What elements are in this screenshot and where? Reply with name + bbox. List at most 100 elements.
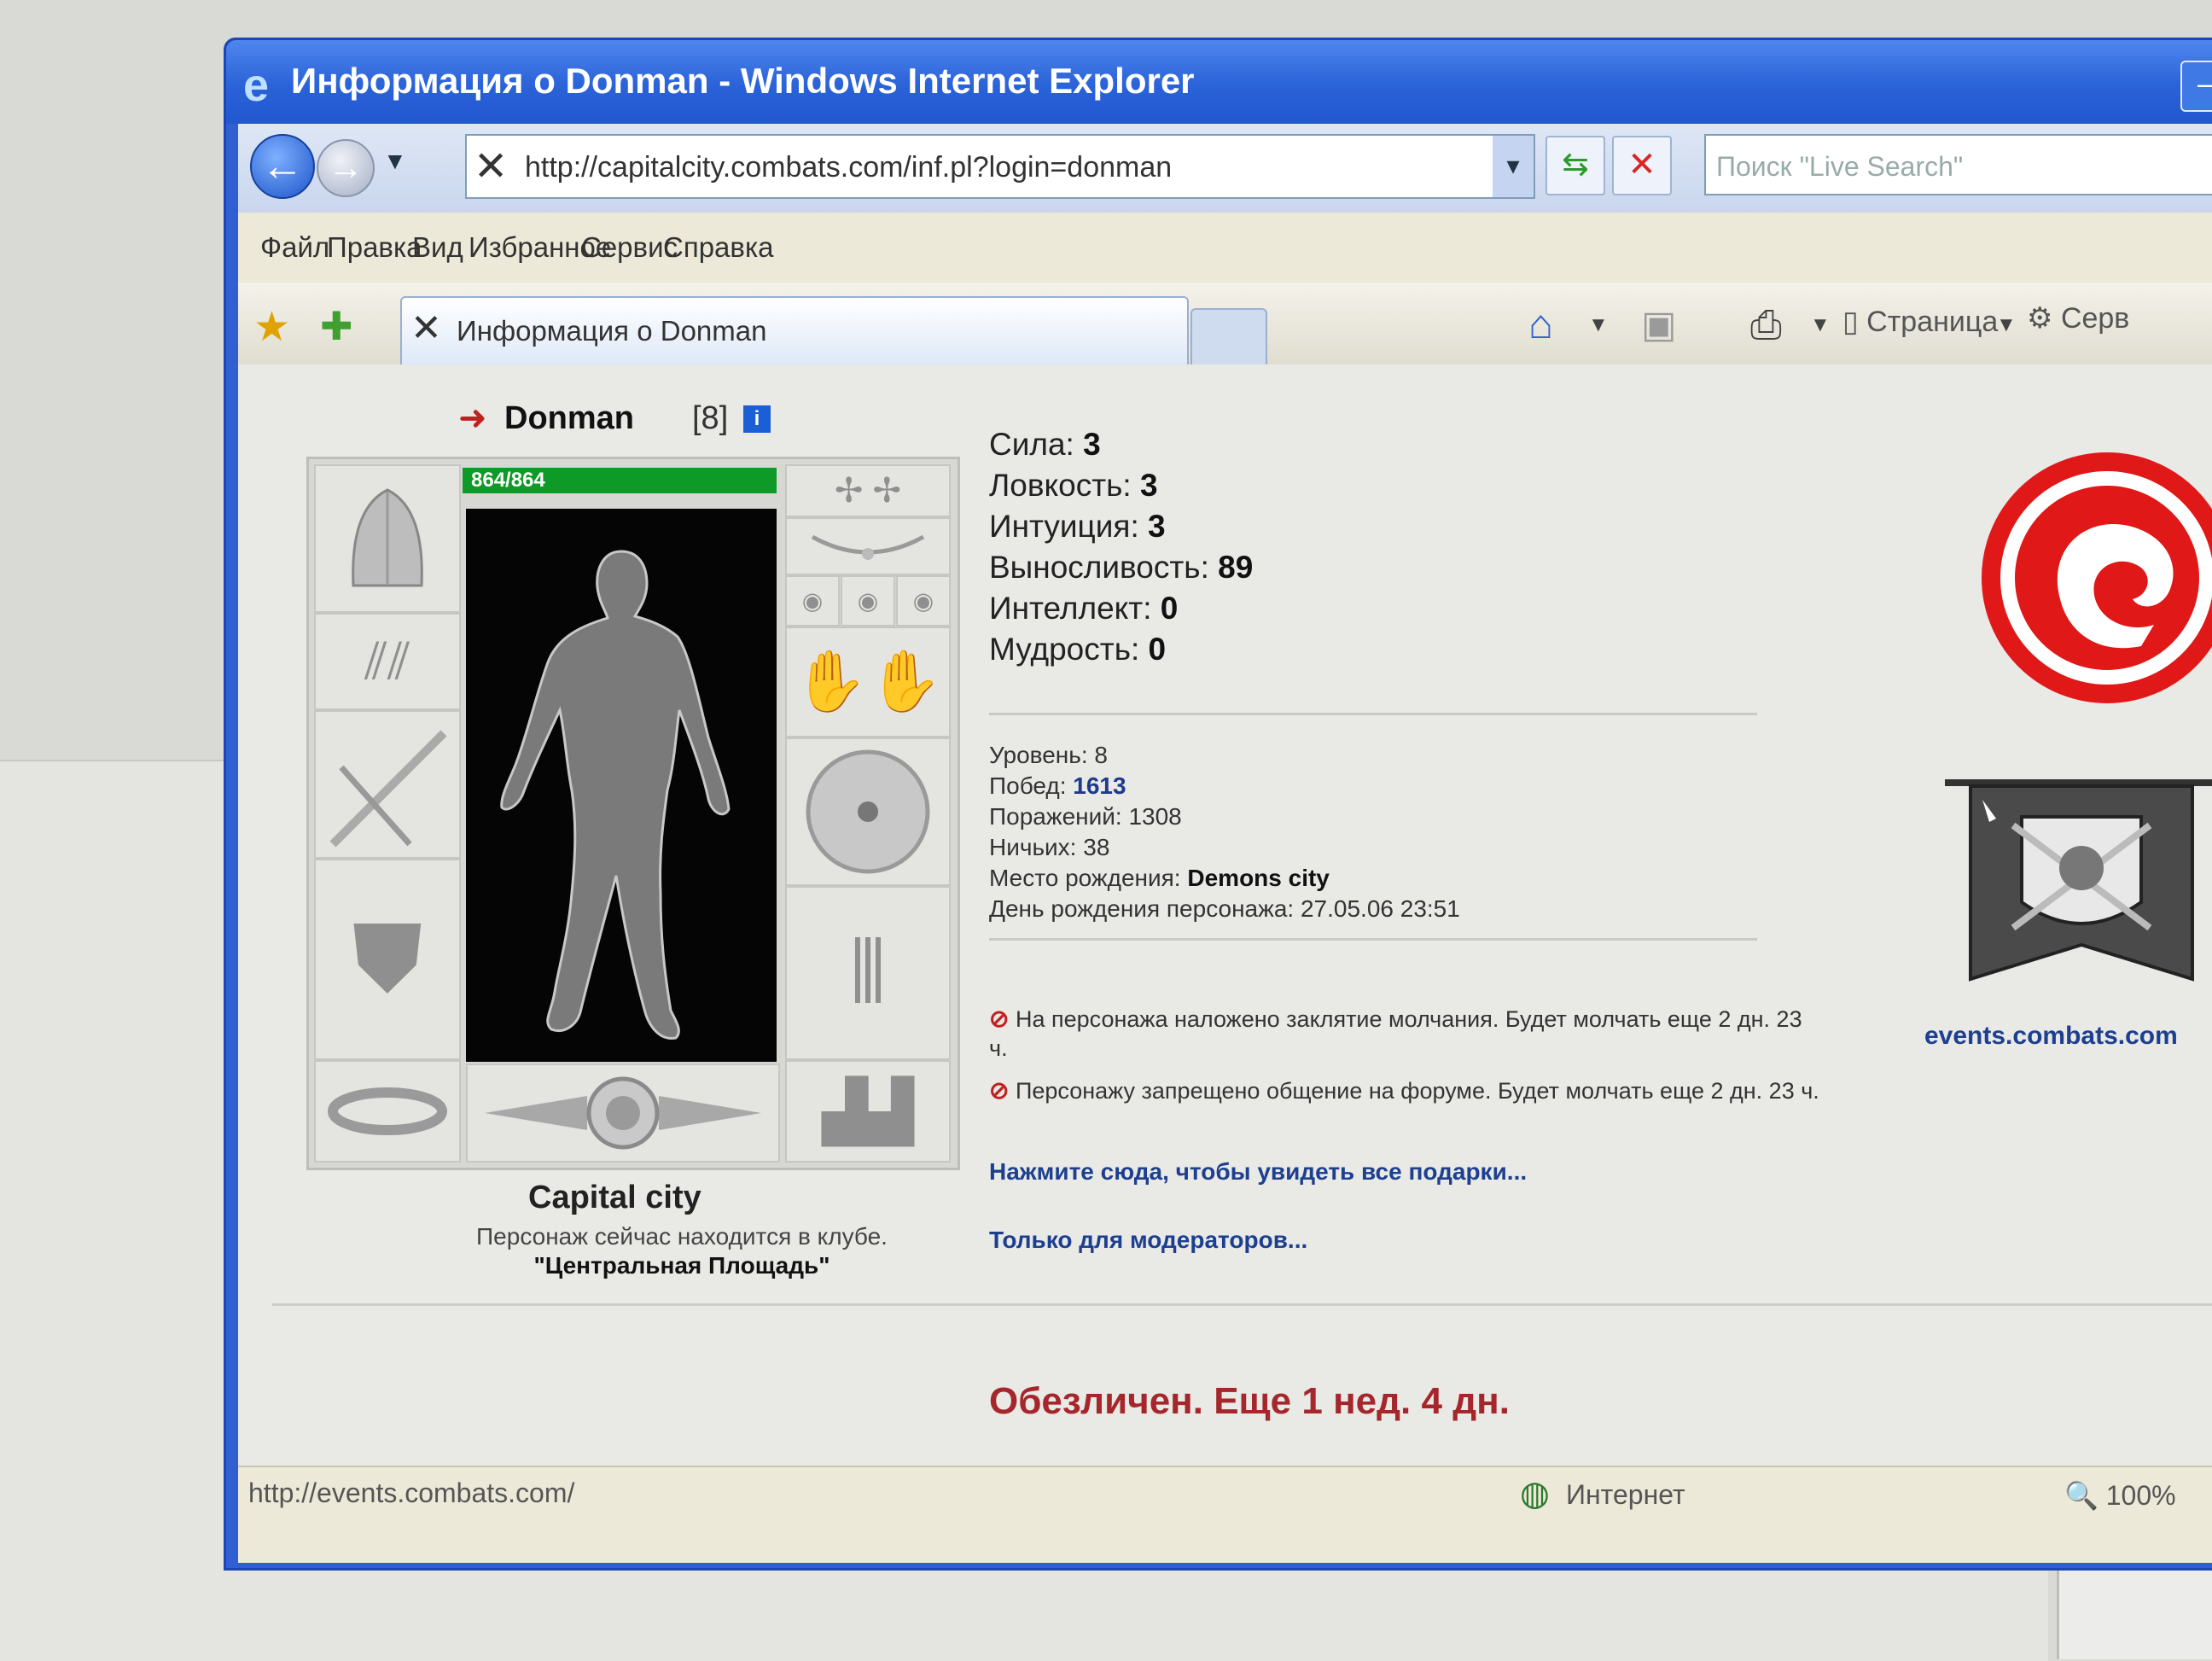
- feeds-icon[interactable]: ▣: [1641, 303, 1677, 347]
- tab-active[interactable]: ✕ Информация о Donman: [400, 296, 1189, 366]
- zoom-level: 100%: [2105, 1480, 2176, 1511]
- history-dropdown-icon[interactable]: ▼: [383, 148, 407, 175]
- info-icon[interactable]: i: [743, 405, 771, 433]
- record-draws: Ничьих: 38: [989, 834, 1110, 860]
- leggings-icon: ⦀: [849, 924, 887, 1020]
- search-input[interactable]: Поиск "Live Search": [1704, 134, 2212, 195]
- zoom-control[interactable]: 🔍 100%: [2064, 1479, 2176, 1512]
- stats-list: Сила: 3 Ловкость: 3 Интуиция: 3 Вынослив…: [989, 424, 1253, 670]
- silence-icon: ⊘: [989, 1005, 1010, 1032]
- ring-icon: ◉: [912, 587, 934, 615]
- earrings-icon: ✢ ✢: [834, 472, 902, 510]
- ban-silence: ⊘ На персонажа наложено заклятие молчани…: [989, 1005, 1825, 1063]
- slot-belt[interactable]: [314, 1060, 461, 1163]
- ban-forum: ⊘ Персонажу запрещено общение на форуме.…: [989, 1076, 1825, 1105]
- address-dropdown-icon[interactable]: ▾: [1493, 136, 1534, 197]
- gloves-icon: ✋✋: [793, 648, 943, 714]
- browser-window: e Информация о Donman - Windows Internet…: [224, 38, 2212, 1571]
- amulet-icon: [811, 534, 925, 560]
- battle-record: Уровень: 8 Побед: 1613 Поражений: 1308 Н…: [989, 740, 1460, 924]
- record-divider: [989, 938, 1757, 941]
- slot-ring-2[interactable]: ◉: [841, 575, 895, 627]
- events-banner-icon[interactable]: [1945, 766, 2212, 1013]
- minimize-button[interactable]: –: [2180, 61, 2212, 112]
- address-bar[interactable]: ✕ http://capitalcity.combats.com/inf.pl?…: [465, 134, 1535, 199]
- stats-divider: [989, 713, 1757, 715]
- browser-chrome: ← → ▼ ✕ http://capitalcity.combats.com/i…: [238, 124, 2212, 1563]
- private-message-icon[interactable]: ➜: [458, 399, 487, 438]
- forum-ban-icon: ⊘: [989, 1077, 1010, 1104]
- hp-bar: 864/864: [463, 468, 777, 493]
- slot-earrings[interactable]: ✢ ✢: [785, 464, 951, 517]
- character-silhouette: [500, 550, 731, 1040]
- menu-view[interactable]: Вид: [412, 231, 463, 264]
- depersonalized-notice: Обезличен. Еще 1 нед. 4 дн.: [989, 1380, 1510, 1422]
- slot-helmet[interactable]: [314, 464, 461, 613]
- record-birthplace: Место рождения: Demons city: [989, 865, 1330, 891]
- back-button[interactable]: ←: [250, 134, 315, 199]
- ring-icon: ◉: [857, 587, 879, 615]
- tools-menu-button[interactable]: ⚙ Серв: [2027, 301, 2129, 335]
- stat-wisdom: Мудрость: 0: [989, 632, 1167, 667]
- page-icon: ✕: [474, 144, 509, 189]
- character-city: Capital city: [528, 1180, 701, 1215]
- slot-amulet[interactable]: [785, 517, 951, 575]
- stat-strength: Сила: 3: [989, 427, 1101, 462]
- page-menu-button[interactable]: ▯ Страница: [1842, 305, 1998, 339]
- menu-file[interactable]: Файл: [260, 231, 329, 264]
- sword-icon: [329, 730, 447, 848]
- ie-logo-icon: e: [243, 60, 270, 111]
- alignment-emblem-icon[interactable]: [1979, 450, 2212, 706]
- home-dropdown-icon[interactable]: ▼: [1588, 313, 1609, 337]
- slot-armor[interactable]: ⛊: [314, 859, 461, 1060]
- forward-button[interactable]: →: [317, 139, 375, 197]
- moderators-link[interactable]: Только для модераторов...: [989, 1227, 1307, 1254]
- bracers-icon: ⫽⫽: [364, 632, 410, 690]
- helmet-icon: [352, 488, 423, 587]
- menu-edit[interactable]: Правка: [327, 231, 422, 264]
- address-toolbar: ← → ▼ ✕ http://capitalcity.combats.com/i…: [238, 124, 2212, 213]
- print-dropdown-icon[interactable]: ▼: [1810, 313, 1831, 337]
- home-icon[interactable]: ⌂: [1528, 301, 1553, 348]
- title-bar[interactable]: e Информация о Donman - Windows Internet…: [226, 40, 2212, 124]
- slot-ring-3[interactable]: ◉: [896, 575, 951, 627]
- slot-leggings[interactable]: ⦀: [785, 886, 951, 1060]
- status-bar: http://events.combats.com/ ◍ Интернет 🔍 …: [238, 1466, 2212, 1517]
- slot-weapon[interactable]: [314, 710, 461, 859]
- desk-edge: [2057, 1562, 2212, 1659]
- events-link[interactable]: events.combats.com: [1924, 1022, 2178, 1051]
- favorites-star-icon[interactable]: ★: [253, 303, 290, 351]
- stat-endurance: Выносливость: 89: [989, 550, 1254, 585]
- menu-help[interactable]: Справка: [663, 231, 773, 264]
- record-level: Уровень: 8: [989, 742, 1108, 768]
- refresh-button[interactable]: ⇆: [1545, 136, 1605, 195]
- new-tab-button[interactable]: [1190, 308, 1267, 366]
- add-favorite-icon[interactable]: ✚: [320, 303, 353, 349]
- character-level: [8]: [692, 400, 729, 436]
- print-icon[interactable]: ⎙: [1750, 301, 1782, 349]
- record-wins: Побед: 1613: [989, 772, 1126, 799]
- ring-icon: ◉: [801, 587, 824, 615]
- character-name: Donman: [504, 400, 634, 436]
- location-room: "Центральная Площадь": [533, 1252, 830, 1279]
- page-dropdown-icon[interactable]: ▼: [1996, 313, 2017, 337]
- slot-ring-1[interactable]: ◉: [785, 575, 840, 627]
- tab-label: Информация о Donman: [457, 315, 767, 347]
- ban-silence-text: На персонажа наложено заклятие молчания.…: [989, 1006, 1802, 1061]
- globe-icon: ◍: [1520, 1475, 1550, 1512]
- slot-boots[interactable]: ▟▟: [785, 1060, 951, 1163]
- status-url: http://events.combats.com/: [248, 1477, 575, 1508]
- gifts-link[interactable]: Нажмите сюда, чтобы увидеть все подарки.…: [989, 1158, 1527, 1186]
- window-title: Информация о Donman - Windows Internet E…: [291, 61, 1195, 101]
- slot-bracers[interactable]: ⫽⫽: [314, 613, 461, 710]
- shield-icon: [806, 749, 930, 874]
- stat-intellect: Интеллект: 0: [989, 591, 1179, 626]
- belt-icon: [328, 1087, 447, 1135]
- slot-emblem[interactable]: [466, 1064, 780, 1163]
- slot-shield[interactable]: [785, 737, 951, 886]
- equipment-panel: ⫽⫽ ⛊ 864/864 ✢ ✢ ◉ ◉ ◉ ✋✋ ⦀ ▟▟: [306, 457, 960, 1170]
- address-input[interactable]: http://capitalcity.combats.com/inf.pl?lo…: [525, 151, 1172, 184]
- slot-gloves[interactable]: ✋✋: [785, 627, 951, 737]
- stop-button[interactable]: ✕: [1612, 136, 1672, 195]
- ban-forum-text: Персонажу запрещено общение на форуме. Б…: [1015, 1078, 1819, 1104]
